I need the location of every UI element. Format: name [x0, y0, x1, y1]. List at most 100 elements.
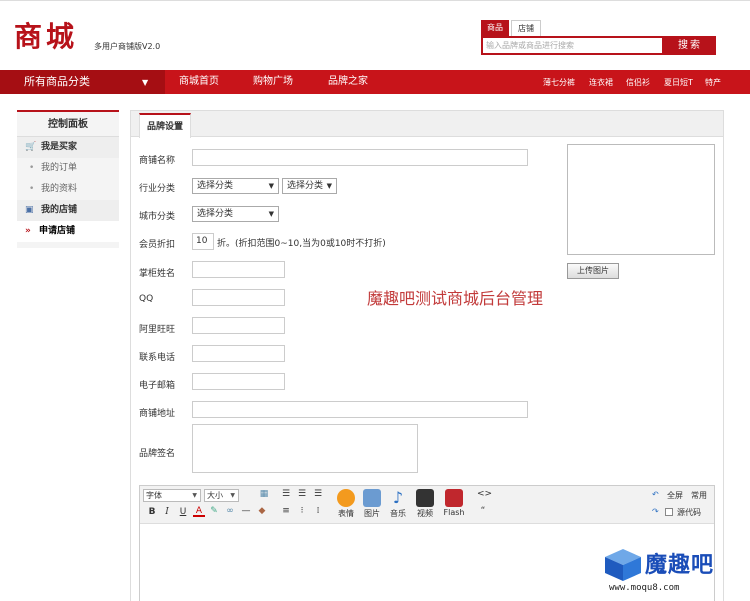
sidebar-section-buyer: 🛒 我是买家	[17, 137, 119, 158]
dropdown-arrow-icon: ▼	[326, 182, 332, 190]
control-panel-sidebar: 控制面板 🛒 我是买家 • 我的订单 • 我的资料 ▣ 我的店铺 » 申请店铺	[17, 110, 119, 248]
underline-button[interactable]: U	[177, 507, 189, 517]
dropdown-arrow-icon: ▼	[268, 210, 274, 218]
redo-icon[interactable]: ↷	[652, 507, 659, 516]
font-family-select[interactable]: 字体 ▼	[143, 489, 201, 502]
tab-bar: 品牌设置	[131, 111, 723, 138]
sidebar-item-apply-shop[interactable]: » 申请店铺	[17, 221, 119, 242]
horizontal-rule-icon[interactable]: —	[240, 506, 252, 516]
bold-button[interactable]: B	[146, 507, 158, 517]
owner-name-input[interactable]	[192, 261, 285, 278]
aliwangwang-label: 阿里旺旺	[139, 325, 176, 335]
site-version: 多用户商铺版V2.0	[94, 42, 161, 51]
align-right-icon[interactable]: ☰	[312, 489, 324, 499]
city-select[interactable]: 选择分类 ▼	[192, 206, 279, 222]
phone-input[interactable]	[192, 345, 285, 362]
industry-label: 行业分类	[139, 184, 176, 194]
profile-label: 我的资料	[41, 184, 78, 194]
email-input[interactable]	[192, 373, 285, 390]
sidebar-title: 控制面板	[17, 112, 119, 137]
video-label: 视频	[417, 509, 433, 518]
hot-link-capris[interactable]: 薄七分裤	[543, 70, 575, 94]
emoji-label: 表情	[338, 509, 354, 518]
shop-name-label: 商铺名称	[139, 156, 176, 166]
sidebar-section-shop: ▣ 我的店铺	[17, 200, 119, 221]
member-discount-input[interactable]: 10	[192, 233, 214, 250]
orders-label: 我的订单	[41, 163, 78, 173]
quote-icon[interactable]: “	[477, 506, 489, 516]
search-tab-products[interactable]: 商品	[481, 20, 509, 37]
all-categories-menu[interactable]: 所有商品分类	[0, 70, 165, 94]
discount-note: 折。(折扣范围0~10,当为0或10时不打折)	[217, 239, 386, 249]
source-code-checkbox[interactable]	[665, 508, 673, 516]
email-label: 电子邮箱	[139, 381, 176, 391]
sidebar-item-orders[interactable]: • 我的订单	[17, 158, 119, 179]
industry-select-primary-value: 选择分类	[197, 181, 234, 191]
cart-icon: 🛒	[25, 142, 37, 152]
image-button[interactable]: 图片	[359, 489, 385, 519]
highlight-icon[interactable]: ✎	[208, 506, 220, 516]
industry-select-secondary[interactable]: 选择分类 ▼	[282, 178, 337, 194]
hot-link-couple-shirt[interactable]: 信侣衫	[626, 70, 650, 94]
flash-button[interactable]: Flash	[441, 489, 467, 517]
search-tabs: 商品 店铺	[481, 20, 543, 37]
brand-url: www.moqu8.com	[609, 583, 680, 593]
industry-select-primary[interactable]: 选择分类 ▼	[192, 178, 279, 194]
unordered-list-icon[interactable]: ⁞	[312, 506, 324, 516]
indent-icon[interactable]: ≡	[280, 506, 292, 516]
brand-image-preview	[567, 144, 715, 255]
search-button[interactable]: 搜索	[664, 36, 716, 55]
upload-image-button[interactable]: 上传图片	[567, 263, 619, 279]
video-button[interactable]: 视频	[412, 489, 438, 519]
sidebar-item-profile[interactable]: • 我的资料	[17, 179, 119, 200]
address-label: 商铺地址	[139, 409, 176, 419]
industry-select-secondary-value: 选择分类	[287, 181, 324, 191]
shop-name-input[interactable]	[192, 149, 528, 166]
align-left-icon[interactable]: ☰	[280, 489, 292, 499]
hot-link-dress[interactable]: 连衣裙	[589, 70, 613, 94]
bullet-icon: •	[29, 163, 35, 173]
owner-name-label: 掌柜姓名	[139, 269, 176, 279]
tab-brand-settings[interactable]: 品牌设置	[139, 113, 192, 138]
music-button[interactable]: ♪ 音乐	[385, 489, 411, 519]
dropdown-arrow-icon: ▼	[192, 492, 197, 499]
aliwangwang-input[interactable]	[192, 317, 285, 334]
site-header: 商城 多用户商铺版V2.0 商品 店铺 输入品牌或商品进行搜索 搜索	[0, 0, 750, 70]
address-input[interactable]	[192, 401, 528, 418]
search-input[interactable]: 输入品牌或商品进行搜索	[481, 36, 664, 55]
nav-item-brands[interactable]: 品牌之家	[328, 70, 368, 94]
ordered-list-icon[interactable]: ⁝	[296, 506, 308, 516]
music-note-icon: ♪	[392, 488, 404, 507]
image-icon	[363, 489, 381, 507]
font-color-button[interactable]: A	[193, 506, 205, 517]
flash-icon	[445, 489, 463, 507]
hot-link-summer-tee[interactable]: 夏日短T	[664, 70, 693, 94]
all-categories-label: 所有商品分类	[24, 75, 90, 88]
emoji-button[interactable]: 表情	[333, 489, 359, 519]
search-tab-shops[interactable]: 店铺	[511, 20, 541, 37]
qq-label: QQ	[139, 294, 154, 304]
italic-button[interactable]: I	[161, 507, 173, 517]
nav-item-plaza[interactable]: 购物广场	[253, 70, 293, 94]
nav-item-home[interactable]: 商城首页	[179, 70, 219, 94]
film-icon	[416, 489, 434, 507]
signature-textarea[interactable]	[192, 424, 418, 473]
signature-label: 品牌签名	[139, 449, 176, 459]
eraser-icon[interactable]: ◆	[256, 506, 268, 516]
qq-input[interactable]	[192, 289, 285, 306]
code-icon[interactable]: <>	[477, 489, 492, 499]
fullscreen-button[interactable]: 全屏	[667, 490, 683, 501]
city-label: 城市分类	[139, 212, 176, 222]
table-icon[interactable]: ▦	[258, 489, 270, 499]
hot-link-specialty[interactable]: 特产	[705, 70, 721, 94]
site-logo[interactable]: 商城	[14, 15, 78, 55]
music-label: 音乐	[390, 509, 406, 518]
common-button[interactable]: 常用	[691, 490, 707, 501]
flash-label: Flash	[443, 508, 465, 517]
font-size-select[interactable]: 大小 ▼	[204, 489, 239, 502]
chevron-down-icon[interactable]: ▼	[142, 70, 148, 96]
source-code-label: 源代码	[677, 508, 701, 517]
link-icon[interactable]: ∞	[224, 506, 236, 516]
align-center-icon[interactable]: ☰	[296, 489, 308, 499]
undo-icon[interactable]: ↶	[652, 490, 659, 499]
